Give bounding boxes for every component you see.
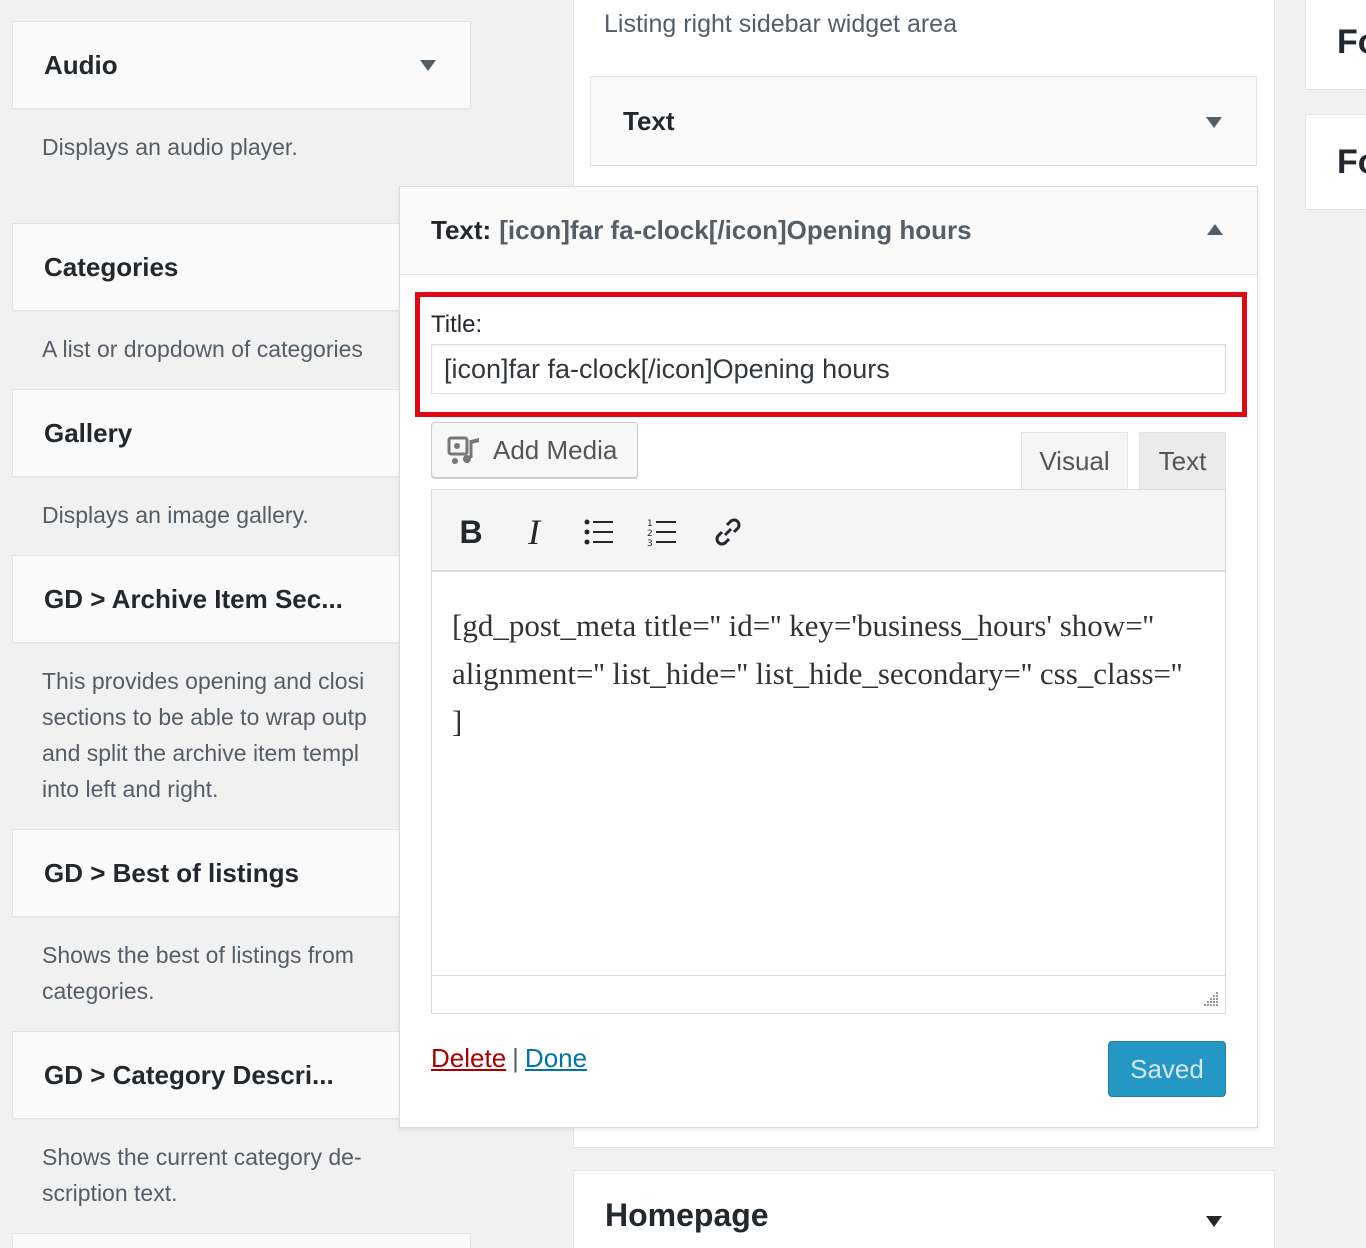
separator: | — [512, 1043, 519, 1073]
widget-title: GD > Best of listings — [44, 857, 299, 888]
chevron-down-icon[interactable] — [1206, 1216, 1222, 1227]
widget-description: This provides opening and closi sections… — [42, 668, 367, 802]
widget-type-label: Text: — [431, 215, 492, 245]
editor-content[interactable]: [gd_post_meta title='' id='' key='busine… — [452, 602, 1192, 746]
widget-area-right-1[interactable]: Fo — [1305, 0, 1366, 90]
svg-text:2: 2 — [647, 529, 653, 539]
svg-text:3: 3 — [647, 539, 653, 547]
bulleted-list-icon[interactable] — [577, 510, 621, 554]
widget-audio[interactable]: Audio — [12, 21, 471, 109]
widget-title: Audio — [44, 49, 118, 80]
widget-actions: Delete | Done — [431, 1043, 587, 1074]
widget-description: A list or dropdown of categories — [42, 336, 363, 362]
title-label: Title: — [431, 311, 483, 338]
widget-description: Displays an audio player. — [42, 134, 298, 160]
widget-description: Displays an image gallery. — [42, 502, 309, 528]
svg-text:1: 1 — [647, 519, 653, 529]
link-icon[interactable] — [706, 510, 750, 554]
widget-next[interactable] — [12, 1233, 471, 1248]
widget-description: Shows the current category de- scription… — [42, 1144, 362, 1206]
chevron-down-icon[interactable] — [420, 60, 436, 71]
tab-visual[interactable]: Visual — [1021, 432, 1128, 490]
add-media-button[interactable]: Add Media — [431, 422, 638, 478]
widget-title: Text — [623, 105, 675, 136]
widget-title: Gallery — [44, 417, 133, 448]
widget-title: GD > Archive Item Sec... — [44, 583, 343, 614]
title-input[interactable] — [431, 344, 1226, 394]
widget-text-open: Text: [icon]far fa-clock[/icon]Opening h… — [399, 186, 1258, 1128]
resize-handle-icon[interactable] — [1201, 989, 1219, 1007]
widget-area-title: Fo — [1337, 142, 1366, 181]
widget-area-title: Homepage — [605, 1196, 769, 1233]
sidebar-description: Listing right sidebar widget area — [604, 10, 957, 38]
italic-button[interactable]: I — [512, 510, 556, 554]
bold-button[interactable]: B — [449, 510, 493, 554]
widget-title: Categories — [44, 251, 179, 282]
delete-link[interactable]: Delete — [431, 1043, 506, 1073]
editor-statusbar — [432, 975, 1225, 1013]
numbered-list-icon[interactable]: 1 2 3 — [640, 510, 684, 554]
tab-text[interactable]: Text — [1139, 432, 1226, 490]
add-media-label: Add Media — [493, 434, 618, 465]
widget-title: GD > Category Descri... — [44, 1059, 334, 1090]
chevron-down-icon[interactable] — [1206, 117, 1222, 128]
media-icon — [447, 436, 479, 464]
saved-button[interactable]: Saved — [1108, 1041, 1226, 1097]
widget-area-right-2[interactable]: Fo — [1305, 114, 1366, 210]
widget-header-title: [icon]far fa-clock[/icon]Opening hours — [499, 215, 972, 245]
widget-description: Shows the best of listings from categori… — [42, 942, 354, 1004]
widget-header[interactable]: Text: [icon]far fa-clock[/icon]Opening h… — [400, 187, 1257, 275]
widget-text-collapsed[interactable]: Text — [590, 76, 1257, 166]
homepage-widget-area[interactable]: Homepage — [573, 1170, 1275, 1248]
editor: B I 1 2 3 [gd_post_meta title='' id='' k… — [431, 489, 1226, 1014]
done-link[interactable]: Done — [525, 1043, 587, 1073]
editor-toolbar: B I 1 2 3 — [432, 490, 1225, 572]
chevron-up-icon[interactable] — [1207, 224, 1223, 235]
widget-area-title: Fo — [1337, 22, 1366, 61]
